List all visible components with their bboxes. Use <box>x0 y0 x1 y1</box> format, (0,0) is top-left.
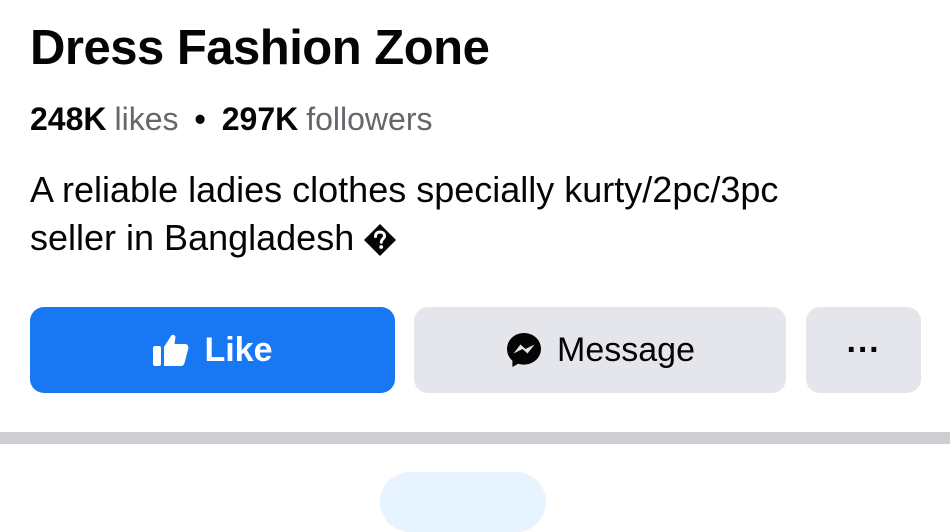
unknown-character-icon <box>364 224 397 257</box>
followers-label[interactable]: followers <box>306 101 432 138</box>
page-bio: A reliable ladies clothes specially kurt… <box>30 166 920 262</box>
partial-button-below[interactable] <box>380 472 546 532</box>
messenger-icon <box>505 331 543 369</box>
message-button-label: Message <box>557 330 695 369</box>
like-button[interactable]: Like <box>30 307 395 393</box>
page-stats: 248K likes • 297K followers <box>30 101 432 138</box>
message-button[interactable]: Message <box>414 307 786 393</box>
bio-line-2: seller in Bangladesh <box>30 217 355 258</box>
likes-label[interactable]: likes <box>115 101 179 138</box>
bio-line-2-wrap: seller in Bangladesh <box>30 214 920 262</box>
thumbs-up-icon <box>152 332 190 368</box>
section-separator <box>0 432 950 444</box>
more-options-button[interactable]: ··· <box>806 307 921 393</box>
more-options-label: ··· <box>846 330 881 369</box>
stats-separator: • <box>194 101 206 137</box>
followers-count[interactable]: 297K <box>222 101 299 138</box>
like-button-label: Like <box>204 330 273 369</box>
likes-count[interactable]: 248K <box>30 101 107 138</box>
bio-line-1: A reliable ladies clothes specially kurt… <box>30 169 779 210</box>
page-title: Dress Fashion Zone <box>30 21 490 75</box>
